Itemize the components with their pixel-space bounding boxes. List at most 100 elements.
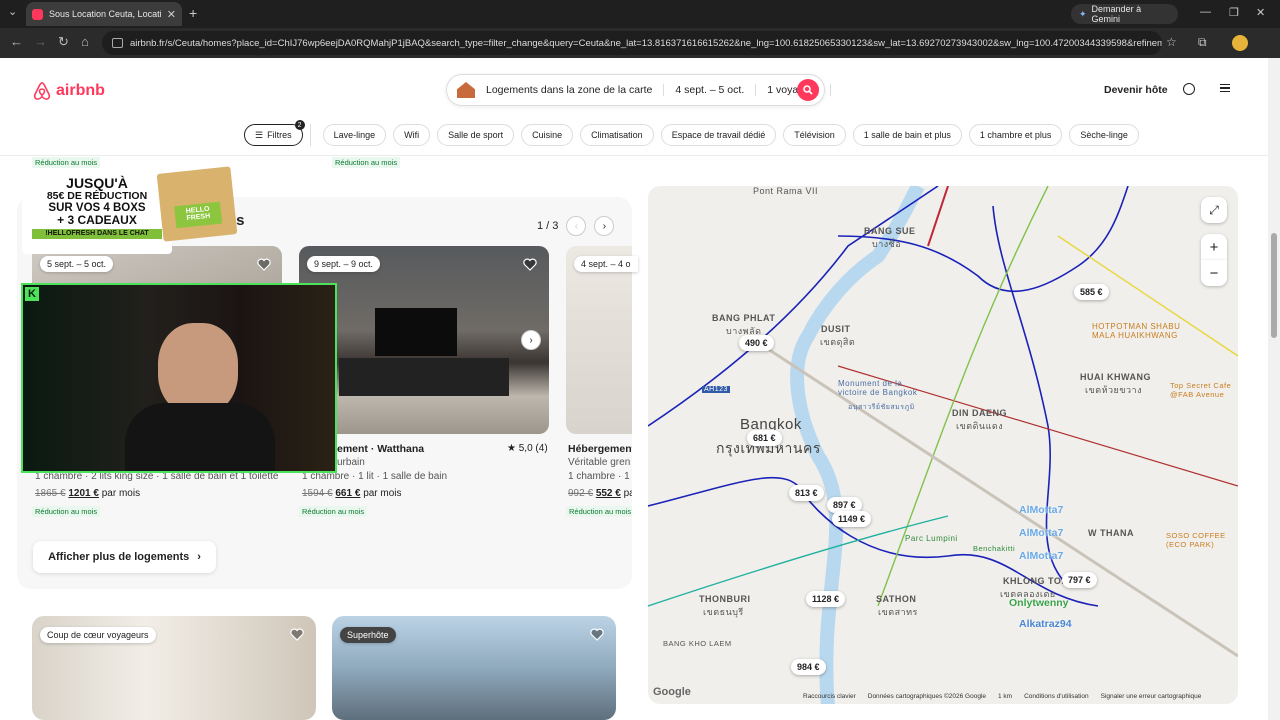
discount-badge: Réduction au mois <box>566 506 632 517</box>
zoom-in-button[interactable]: + <box>1201 234 1227 260</box>
filter-chip[interactable]: Cuisine <box>521 124 574 146</box>
sliders-icon: ☰ <box>255 129 264 140</box>
next-photo-button[interactable]: › <box>521 330 541 350</box>
rating-value: 5,0 (4) <box>518 443 548 454</box>
search-dates[interactable]: 4 sept. – 5 oct. <box>664 84 757 96</box>
map-data-text: Données cartographiques ©2026 Google <box>867 693 987 700</box>
map-label: SATHON <box>876 594 917 604</box>
stream-chat-name: Onlytwenny <box>1009 597 1069 609</box>
map-price-marker[interactable]: 797 € <box>1062 572 1097 588</box>
discount-badge: Réduction au mois <box>332 157 401 168</box>
restore-icon[interactable]: ❐ <box>1229 6 1239 19</box>
filters-count: 2 <box>294 120 305 130</box>
map-price-marker[interactable]: 585 € <box>1074 284 1109 300</box>
filter-chip[interactable]: Lave-linge <box>322 124 387 146</box>
scale-text: 1 km <box>998 693 1013 700</box>
map-label: DUSIT <box>821 324 851 334</box>
profile-avatar[interactable] <box>1232 35 1248 51</box>
ad-line: + 3 CADEAUX <box>57 212 137 227</box>
map-price-marker[interactable]: 490 € <box>739 335 774 351</box>
search-zone[interactable]: Logements dans la zone de la carte <box>475 84 665 96</box>
listing-price: 1865 € 1201 € par mois <box>35 488 140 499</box>
browser-tab-strip: ⌄ Sous Location Ceuta, Location d ✕ + ✦ … <box>0 0 1280 28</box>
page-scrollbar[interactable] <box>1268 58 1280 720</box>
search-button[interactable] <box>797 79 819 101</box>
streamer-shirt-image <box>125 403 275 471</box>
become-host-link[interactable]: Devenir hôte <box>1104 84 1168 96</box>
fullscreen-map-button[interactable]: ⤢ <box>1201 197 1227 223</box>
terms-link[interactable]: Conditions d'utilisation <box>1024 693 1088 700</box>
favorite-heart-icon[interactable] <box>290 628 304 641</box>
map-price-marker[interactable]: 1128 € <box>806 591 846 607</box>
listing-title[interactable]: Hébergement <box>568 443 632 455</box>
filter-chip[interactable]: Télévision <box>783 124 846 146</box>
map-price-marker[interactable]: 984 € <box>791 659 826 675</box>
scrollbar-thumb[interactable] <box>1271 233 1277 338</box>
airbnb-logo[interactable]: airbnb <box>32 80 105 102</box>
filter-chip[interactable]: Salle de sport <box>437 124 515 146</box>
site-info-icon[interactable] <box>112 38 123 48</box>
search-guests[interactable]: 1 voyageur <box>756 84 832 96</box>
filters-button[interactable]: ☰ Filtres 2 <box>244 120 305 146</box>
globe-icon[interactable] <box>1183 83 1195 95</box>
listing-price: 992 € 552 € par mois <box>568 488 632 499</box>
minimize-icon[interactable]: — <box>1200 6 1211 18</box>
favorite-heart-icon[interactable] <box>523 258 537 271</box>
cabinet-image <box>339 358 509 396</box>
url-text: airbnb.fr/s/Ceuta/homes?place_id=ChIJ76w… <box>130 37 1162 49</box>
map-label: Parc Lumpini <box>905 534 958 543</box>
favorite-heart-icon[interactable] <box>590 628 604 641</box>
filter-chip[interactable]: Climatisation <box>580 124 654 146</box>
tab-search-icon[interactable]: ⌄ <box>8 5 17 18</box>
map-price-marker[interactable]: 813 € <box>789 485 824 501</box>
bookmark-star-icon[interactable]: ☆ <box>1166 35 1177 49</box>
browser-tab[interactable]: Sous Location Ceuta, Location d ✕ <box>26 2 182 26</box>
menu-button[interactable] <box>1212 75 1238 101</box>
old-price: 1594 € <box>302 488 333 499</box>
filter-chip[interactable]: Espace de travail dédié <box>660 124 777 146</box>
report-error-link[interactable]: Signaler une erreur cartographique <box>1101 693 1202 700</box>
google-logo: Google <box>653 686 691 698</box>
close-window-icon[interactable]: ✕ <box>1256 6 1265 19</box>
search-bar[interactable]: Logements dans la zone de la carte 4 sep… <box>446 74 832 106</box>
gemini-button[interactable]: ✦ Demander à Gemini <box>1071 4 1178 24</box>
map-price-marker[interactable]: 681 € <box>747 430 782 446</box>
next-page-button[interactable]: › <box>594 216 615 236</box>
airbnb-favicon-icon <box>32 8 43 20</box>
show-more-label: Afficher plus de logements <box>48 551 190 563</box>
reload-icon[interactable]: ↻ <box>58 34 69 50</box>
map[interactable]: Pont Rama VII BANG SUE บางซื่อ BANG PHLA… <box>648 186 1238 704</box>
stream-chat-name: AlMotta7 <box>1019 504 1064 516</box>
filter-chip[interactable]: Wifi <box>393 124 431 146</box>
prev-page-button[interactable]: ‹ <box>566 216 587 236</box>
kick-logo: K <box>25 287 39 301</box>
carousel-pager: 1 / 3 ‹ › <box>537 216 615 236</box>
ad-line: SUR VOS 4 BOXS <box>48 201 146 214</box>
map-label: HOTPOTMAN SHABU MALA HUAIKHWANG <box>1092 322 1181 340</box>
site-header: airbnb Logements dans la zone de la cart… <box>0 58 1268 156</box>
ad-box-image: HELLO FRESH <box>156 166 238 242</box>
stream-chat-name: AlMotta7 <box>1019 550 1064 562</box>
back-icon[interactable]: ← <box>10 34 23 49</box>
listing-title[interactable]: ement · Watthana <box>337 443 424 455</box>
forward-icon[interactable]: → <box>34 34 47 49</box>
filter-chip[interactable]: 1 salle de bain et plus <box>852 124 962 146</box>
new-tab-icon[interactable]: + <box>189 5 197 21</box>
filter-chip[interactable]: Sèche-linge <box>1069 124 1139 146</box>
keyboard-shortcuts-link[interactable]: Raccourcis clavier <box>803 693 856 700</box>
close-tab-icon[interactable]: ✕ <box>167 8 176 21</box>
zoom-out-button[interactable]: − <box>1201 260 1227 286</box>
map-label: Monument de la victoire de Bangkok <box>838 379 918 397</box>
gemini-icon: ✦ <box>1079 8 1087 19</box>
show-more-button[interactable]: Afficher plus de logements › <box>33 541 216 573</box>
home-icon[interactable]: ⌂ <box>81 34 89 49</box>
address-bar[interactable]: airbnb.fr/s/Ceuta/homes?place_id=ChIJ76w… <box>102 31 1162 55</box>
map-price-marker[interactable]: 1149 € <box>832 511 872 527</box>
map-label: Pont Rama VII <box>753 186 819 196</box>
filter-chip[interactable]: 1 chambre et plus <box>968 124 1063 146</box>
favorite-heart-icon[interactable] <box>257 258 271 271</box>
map-label: เขตสาทร <box>878 607 918 617</box>
listing-photo[interactable] <box>566 246 632 434</box>
stream-chat-name: AlMotta7 <box>1019 527 1064 539</box>
extensions-icon[interactable]: ⧉ <box>1198 35 1207 50</box>
